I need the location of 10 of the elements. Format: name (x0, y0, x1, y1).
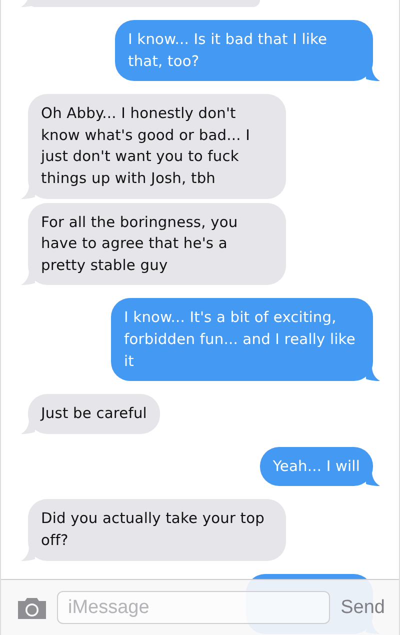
bubble-tail (366, 472, 380, 486)
bubble-tail (366, 67, 380, 82)
camera-icon[interactable] (16, 596, 48, 620)
bubble-tail (21, 184, 35, 199)
bubble-tail (21, 271, 35, 286)
bubble-tail (21, 420, 35, 434)
bubble-tail (21, 546, 35, 560)
bubble-tail (366, 367, 380, 382)
message-field[interactable]: iMessage (57, 591, 330, 624)
send-button[interactable]: Send (338, 596, 385, 618)
